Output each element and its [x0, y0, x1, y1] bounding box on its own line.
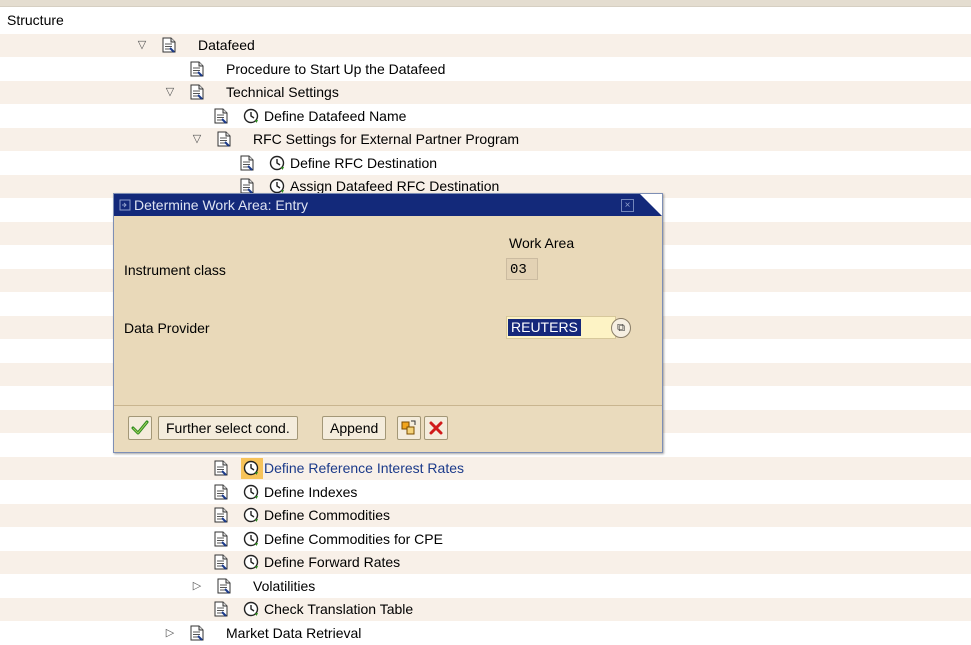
tree-node-label[interactable]: Define Commodities for CPE	[264, 531, 443, 547]
document-icon[interactable]	[190, 61, 204, 77]
tree-node-label[interactable]: Assign Datafeed RFC Destination	[290, 178, 499, 194]
tree-row[interactable]: Define Indexes	[0, 481, 971, 504]
tree-node-label[interactable]: Market Data Retrieval	[226, 625, 361, 641]
checkmark-icon	[131, 420, 149, 435]
tree-node-label[interactable]: Define RFC Destination	[290, 155, 437, 171]
execute-clock-icon[interactable]	[243, 531, 259, 547]
dialog-footer: Further select cond. Append	[114, 406, 662, 452]
tree-row[interactable]: Define Commodities	[0, 504, 971, 527]
tree-row[interactable]: ▽ RFC Settings for External Partner Progr…	[0, 128, 971, 151]
tree-row[interactable]: Check Translation Table	[0, 598, 971, 621]
close-icon[interactable]: ×	[621, 199, 634, 212]
tree-row[interactable]: Procedure to Start Up the Datafeed	[0, 58, 971, 81]
tree-row[interactable]: Define Datafeed Name	[0, 105, 971, 128]
tree-column-header: Structure	[0, 7, 971, 33]
document-icon[interactable]	[162, 37, 176, 53]
collapse-triangle-icon[interactable]: ▽	[164, 85, 176, 98]
expand-triangle-icon[interactable]: ▷	[164, 626, 176, 639]
document-icon[interactable]	[217, 131, 231, 147]
work-area-column-header: Work Area	[509, 235, 575, 251]
append-button[interactable]: Append	[322, 416, 387, 440]
tree-row[interactable]: Define Forward Rates	[0, 551, 971, 574]
tree-row[interactable]: ▷ Volatilities	[0, 575, 971, 598]
tree-row[interactable]: Define RFC Destination	[0, 152, 971, 175]
tree-row[interactable]: Define Reference Interest Rates	[0, 457, 971, 480]
dialog-title-bar[interactable]: Determine Work Area: Entry ×	[114, 194, 662, 216]
collapse-triangle-icon[interactable]: ▽	[136, 38, 148, 51]
execute-clock-icon[interactable]	[243, 484, 259, 500]
tree-row[interactable]: ▷ Market Data Retrieval	[0, 622, 971, 645]
instrument-class-field: 03	[506, 258, 538, 280]
collapse-triangle-icon[interactable]: ▽	[191, 132, 203, 145]
execute-clock-icon[interactable]	[243, 554, 259, 570]
document-icon[interactable]	[214, 507, 228, 523]
tree-node-label[interactable]: Define Datafeed Name	[264, 108, 406, 124]
structure-header-label: Structure	[7, 12, 64, 28]
execute-clock-icon[interactable]	[243, 460, 259, 476]
tree-node-label[interactable]: Technical Settings	[226, 84, 339, 100]
execute-clock-icon[interactable]	[243, 601, 259, 617]
data-provider-value: REUTERS	[508, 319, 581, 336]
document-icon[interactable]	[214, 484, 228, 500]
top-toolbar-strip	[0, 0, 971, 7]
document-icon[interactable]	[190, 625, 204, 641]
execute-clock-icon[interactable]	[269, 155, 285, 171]
tree-node-label[interactable]: Define Reference Interest Rates	[264, 460, 464, 476]
tree-node-label[interactable]: Check Translation Table	[264, 601, 413, 617]
data-provider-input[interactable]: REUTERS	[506, 316, 616, 339]
tree-node-label[interactable]: Procedure to Start Up the Datafeed	[226, 61, 445, 77]
document-icon[interactable]	[190, 84, 204, 100]
document-icon[interactable]	[214, 460, 228, 476]
tree-node-label[interactable]: Datafeed	[198, 37, 255, 53]
document-icon[interactable]	[214, 531, 228, 547]
tree-node-label[interactable]: Define Commodities	[264, 507, 390, 523]
multiple-selection-icon	[401, 420, 416, 435]
multiple-selection-button[interactable]	[397, 416, 421, 440]
document-icon[interactable]	[240, 178, 254, 194]
f4-help-icon[interactable]: ⧉	[611, 318, 631, 338]
document-icon[interactable]	[214, 554, 228, 570]
data-provider-label: Data Provider	[124, 320, 210, 336]
determine-work-area-dialog: Determine Work Area: Entry × Work Area I…	[113, 193, 663, 453]
dialog-title: Determine Work Area: Entry	[134, 197, 309, 213]
tree-row[interactable]: Define Commodities for CPE	[0, 528, 971, 551]
cancel-icon	[429, 421, 443, 435]
tree-node-label[interactable]: Define Indexes	[264, 484, 357, 500]
execute-clock-icon[interactable]	[243, 507, 259, 523]
expand-triangle-icon[interactable]: ▷	[191, 579, 203, 592]
dialog-entry-icon	[119, 199, 131, 211]
tree-node-label[interactable]: Define Forward Rates	[264, 554, 400, 570]
document-icon[interactable]	[217, 578, 231, 594]
continue-button[interactable]	[128, 416, 152, 440]
document-icon[interactable]	[240, 155, 254, 171]
cancel-button[interactable]	[424, 416, 448, 440]
tree-node-label[interactable]: RFC Settings for External Partner Progra…	[253, 131, 519, 147]
tree-row[interactable]: ▽ Technical Settings	[0, 81, 971, 104]
execute-clock-icon[interactable]	[269, 178, 285, 194]
further-select-cond-button[interactable]: Further select cond.	[158, 416, 298, 440]
execute-clock-icon[interactable]	[243, 108, 259, 124]
tree-node-label[interactable]: Volatilities	[253, 578, 315, 594]
document-icon[interactable]	[214, 108, 228, 124]
title-bar-corner	[640, 194, 662, 216]
document-icon[interactable]	[214, 601, 228, 617]
instrument-class-label: Instrument class	[124, 262, 226, 278]
tree-row[interactable]: ▽ Datafeed	[0, 34, 971, 57]
